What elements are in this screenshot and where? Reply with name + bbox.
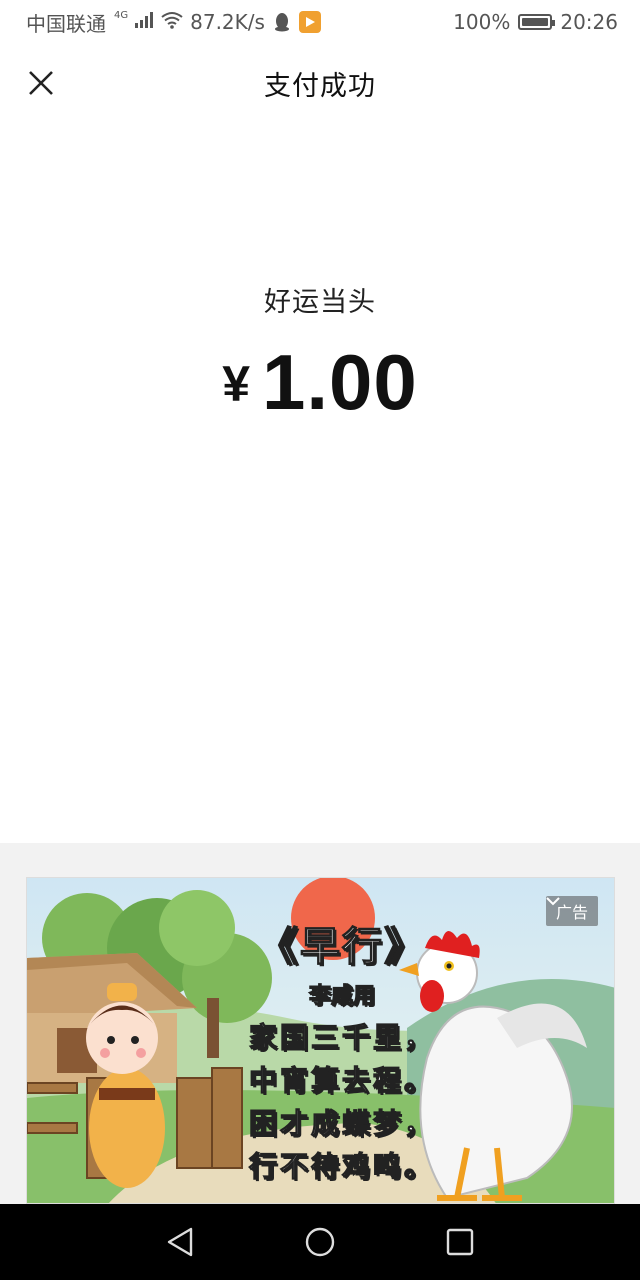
currency-symbol: ¥ bbox=[222, 356, 250, 412]
clock: 20:26 bbox=[560, 10, 618, 34]
amount-value: 1.00 bbox=[262, 338, 418, 426]
ad-badge-label: 广告 bbox=[555, 903, 588, 922]
poem-title: 《早行》 bbox=[257, 923, 426, 970]
carrier-label: 中国联通 bbox=[26, 11, 106, 36]
battery-percent: 100% bbox=[453, 10, 511, 34]
ad-section: 《早行》 李咸用 家国三千里， 中宵算去程。 困才成蝶梦， 行不待鸡鸣。 广告 bbox=[0, 843, 640, 1204]
poem-line: 中宵算去程。 bbox=[248, 1063, 435, 1097]
qq-penguin-icon bbox=[271, 11, 293, 33]
poem-line: 行不待鸡鸣。 bbox=[248, 1149, 435, 1183]
battery-icon bbox=[518, 14, 556, 30]
wifi-icon bbox=[160, 10, 184, 34]
page-title: 支付成功 bbox=[264, 70, 376, 102]
home-circle-icon bbox=[305, 1227, 335, 1257]
payment-result: 好运当头 ¥ 1.00 bbox=[0, 280, 640, 428]
payment-subtitle: 好运当头 bbox=[264, 287, 376, 318]
close-icon bbox=[29, 71, 53, 95]
home-button[interactable] bbox=[290, 1212, 350, 1272]
poem-line: 困才成蝶梦， bbox=[248, 1106, 435, 1140]
poem-text: 《早行》 李咸用 家国三千里， 中宵算去程。 困才成蝶梦， 行不待鸡鸣。 bbox=[227, 914, 457, 1188]
recents-button[interactable] bbox=[430, 1212, 490, 1272]
back-triangle-icon bbox=[167, 1227, 193, 1257]
back-button[interactable] bbox=[150, 1212, 210, 1272]
network-type: 4G bbox=[114, 9, 129, 21]
top-nav-bar: 支付成功 bbox=[0, 44, 640, 122]
poem-author: 李咸用 bbox=[308, 983, 375, 1009]
chevron-down-icon bbox=[546, 897, 560, 906]
ad-banner[interactable]: 《早行》 李咸用 家国三千里， 中宵算去程。 困才成蝶梦， 行不待鸡鸣。 广告 bbox=[26, 877, 615, 1204]
recents-square-icon bbox=[446, 1228, 474, 1256]
status-bar: 中国联通 4G 87.2K/s 100% 20:26 bbox=[0, 0, 640, 44]
payment-amount: ¥ 1.00 bbox=[0, 337, 640, 428]
video-app-icon bbox=[298, 11, 321, 33]
signal-icon bbox=[134, 10, 154, 34]
network-speed: 87.2K/s bbox=[190, 10, 265, 34]
ad-badge-button[interactable]: 广告 bbox=[545, 896, 598, 926]
system-nav-bar bbox=[0, 1204, 640, 1280]
close-button[interactable] bbox=[22, 64, 60, 102]
poem-line: 家国三千里， bbox=[248, 1020, 435, 1054]
